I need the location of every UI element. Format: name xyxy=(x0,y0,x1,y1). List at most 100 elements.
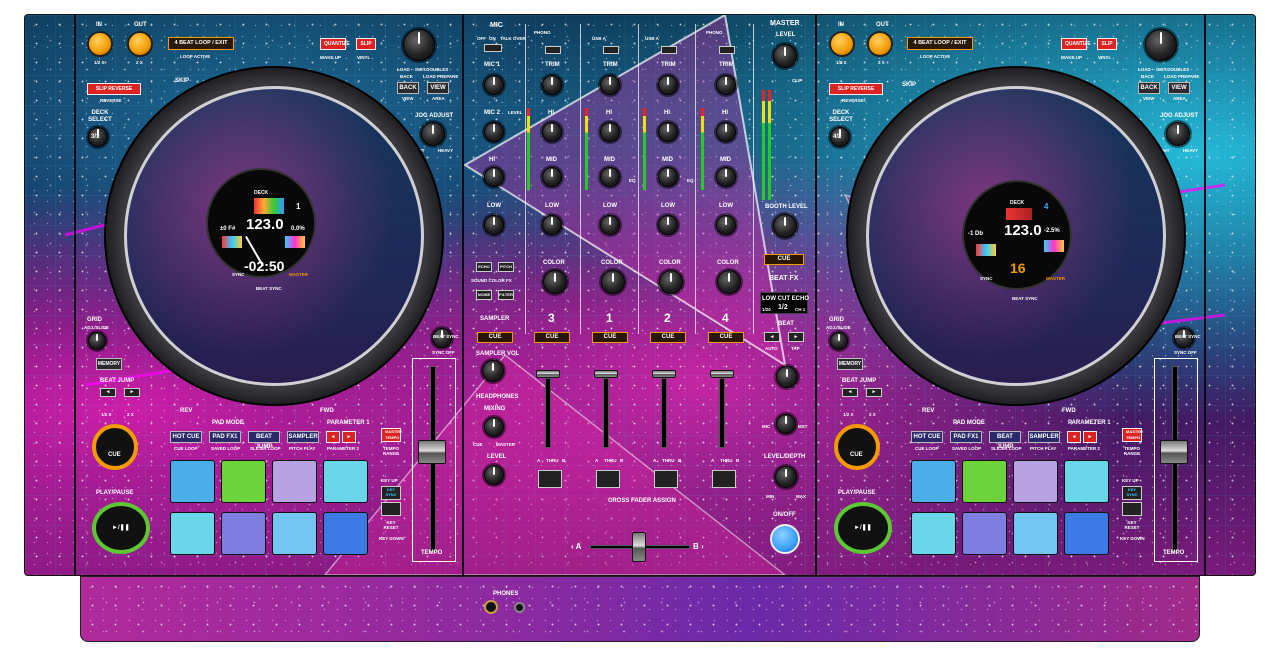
memory-button[interactable]: MEMORY xyxy=(96,358,122,370)
ch1-mid-knob[interactable] xyxy=(600,167,620,187)
ch2-hi-knob[interactable] xyxy=(658,122,678,142)
pad-1[interactable] xyxy=(170,460,215,503)
right-pad-5[interactable] xyxy=(911,512,956,555)
pad-4[interactable] xyxy=(323,460,368,503)
right-loop-out-button[interactable] xyxy=(867,31,893,57)
right-view-button[interactable]: VIEW xyxy=(1168,82,1190,94)
mic-switch[interactable] xyxy=(484,44,502,52)
right-param-prev-button[interactable]: ◄ xyxy=(1067,431,1081,443)
tempo-slider[interactable] xyxy=(418,440,446,464)
phones-jack-large[interactable] xyxy=(484,600,498,614)
jog-adjust-knob[interactable] xyxy=(421,122,445,146)
ch2-fader[interactable] xyxy=(652,370,676,378)
booth-level-knob[interactable] xyxy=(773,214,797,238)
ch3-input-switch[interactable] xyxy=(545,46,561,54)
ch2-trim-knob[interactable] xyxy=(658,75,678,95)
right-slip-button[interactable]: SLIP xyxy=(1097,38,1117,50)
ch4-input-switch[interactable] xyxy=(719,46,735,54)
noise-button[interactable]: NOISE xyxy=(476,290,492,300)
loop-out-button[interactable] xyxy=(127,31,153,57)
right-grid-adjust-button[interactable] xyxy=(830,332,848,350)
ch3-crossfader-assign[interactable] xyxy=(538,470,562,488)
hot-cue-button[interactable]: HOT CUE xyxy=(170,431,202,443)
ch4-low-knob[interactable] xyxy=(716,215,736,235)
right-browse-knob[interactable] xyxy=(1145,29,1177,61)
view-button[interactable]: VIEW xyxy=(427,82,449,94)
right-pad-6[interactable] xyxy=(962,512,1007,555)
right-tempo-slider[interactable] xyxy=(1160,440,1188,464)
right-pad-8[interactable] xyxy=(1064,512,1109,555)
right-key-sync-button[interactable]: KEY SYNC xyxy=(1122,486,1142,500)
sampler-vol-knob[interactable] xyxy=(482,360,504,382)
quantize-button[interactable]: QUANTIZE xyxy=(320,38,350,50)
right-pad-2[interactable] xyxy=(962,460,1007,503)
ch4-mid-knob[interactable] xyxy=(716,167,736,187)
ch1-low-knob[interactable] xyxy=(600,215,620,235)
filter-button[interactable]: FILTER xyxy=(498,290,514,300)
ch4-cue-button[interactable]: CUE xyxy=(708,332,744,343)
ch2-mid-knob[interactable] xyxy=(658,167,678,187)
right-pad-fx1-button[interactable]: PAD FX1 xyxy=(950,431,982,443)
ch3-fader[interactable] xyxy=(536,370,560,378)
right-pad-1[interactable] xyxy=(911,460,956,503)
crossfader[interactable] xyxy=(632,532,646,562)
right-param-next-button[interactable]: ► xyxy=(1083,431,1097,443)
mic1-level-knob[interactable] xyxy=(484,75,504,95)
ch1-trim-knob[interactable] xyxy=(600,75,620,95)
ch2-low-knob[interactable] xyxy=(658,215,678,235)
ch1-color-knob[interactable] xyxy=(601,270,625,294)
mic-low-knob[interactable] xyxy=(484,215,504,235)
ch3-cue-button[interactable]: CUE xyxy=(534,332,570,343)
hp-level-knob[interactable] xyxy=(484,465,504,485)
loop-in-button[interactable] xyxy=(87,31,113,57)
ch3-hi-knob[interactable] xyxy=(542,122,562,142)
slip-reverse-button[interactable]: SLIP REVERSE xyxy=(87,83,141,95)
beat-jump-back-button[interactable]: ◄ xyxy=(100,388,116,397)
hp-mixing-knob[interactable] xyxy=(484,417,504,437)
ch3-mid-knob[interactable] xyxy=(542,167,562,187)
key-toggle[interactable] xyxy=(381,502,401,516)
pad-7[interactable] xyxy=(272,512,317,555)
ch1-cue-button[interactable]: CUE xyxy=(592,332,628,343)
phones-jack-small[interactable] xyxy=(514,602,525,613)
sampler-cue-button[interactable]: CUE xyxy=(477,332,513,343)
ch1-crossfader-assign[interactable] xyxy=(596,470,620,488)
right-quantize-button[interactable]: QUANTIZE xyxy=(1061,38,1091,50)
slip-button[interactable]: SLIP xyxy=(356,38,376,50)
right-beat-jump-back-button[interactable]: ◄ xyxy=(842,388,858,397)
pad-8[interactable] xyxy=(323,512,368,555)
ch2-crossfader-assign[interactable] xyxy=(654,470,678,488)
param-prev-button[interactable]: ◄ xyxy=(326,431,340,443)
ch3-low-knob[interactable] xyxy=(542,215,562,235)
ch1-hi-knob[interactable] xyxy=(600,122,620,142)
right-memory-button[interactable]: MEMORY xyxy=(837,358,863,370)
pad-6[interactable] xyxy=(221,512,266,555)
fx-on-off-button[interactable] xyxy=(770,524,800,554)
ch3-color-knob[interactable] xyxy=(543,270,567,294)
right-beat-jump-mode-button[interactable]: BEAT JUMP xyxy=(989,431,1021,450)
key-sync-button[interactable]: KEY SYNC xyxy=(381,486,401,500)
right-jog-adjust-knob[interactable] xyxy=(1166,122,1190,146)
cue-button[interactable] xyxy=(92,424,138,470)
browse-knob[interactable] xyxy=(403,29,435,61)
right-pad-4[interactable] xyxy=(1064,460,1109,503)
grid-adjust-button[interactable] xyxy=(88,332,106,350)
right-beat-jump-fwd-button[interactable]: ► xyxy=(866,388,882,397)
master-tempo-button[interactable]: MASTER TEMPO xyxy=(381,428,402,442)
pitch-button[interactable]: PITCH xyxy=(498,262,514,272)
ch3-trim-knob[interactable] xyxy=(542,75,562,95)
mic-hi-knob[interactable] xyxy=(484,167,504,187)
right-loop-in-button[interactable] xyxy=(829,31,855,57)
ch2-cue-button[interactable]: CUE xyxy=(650,332,686,343)
fx-channel-knob[interactable] xyxy=(776,414,796,434)
ch1-input-switch[interactable] xyxy=(603,46,619,54)
master-level-knob[interactable] xyxy=(773,44,797,68)
fx-select-knob[interactable] xyxy=(776,366,798,388)
right-pad-7[interactable] xyxy=(1013,512,1058,555)
right-cue-button[interactable] xyxy=(834,424,880,470)
mic2-level-knob[interactable] xyxy=(484,122,504,142)
right-hot-cue-button[interactable]: HOT CUE xyxy=(911,431,943,443)
right-master-tempo-button[interactable]: MASTER TEMPO xyxy=(1122,428,1143,442)
right-beat-loop-button[interactable]: 4 BEAT LOOP / EXIT xyxy=(907,37,973,50)
ch2-input-switch[interactable] xyxy=(661,46,677,54)
